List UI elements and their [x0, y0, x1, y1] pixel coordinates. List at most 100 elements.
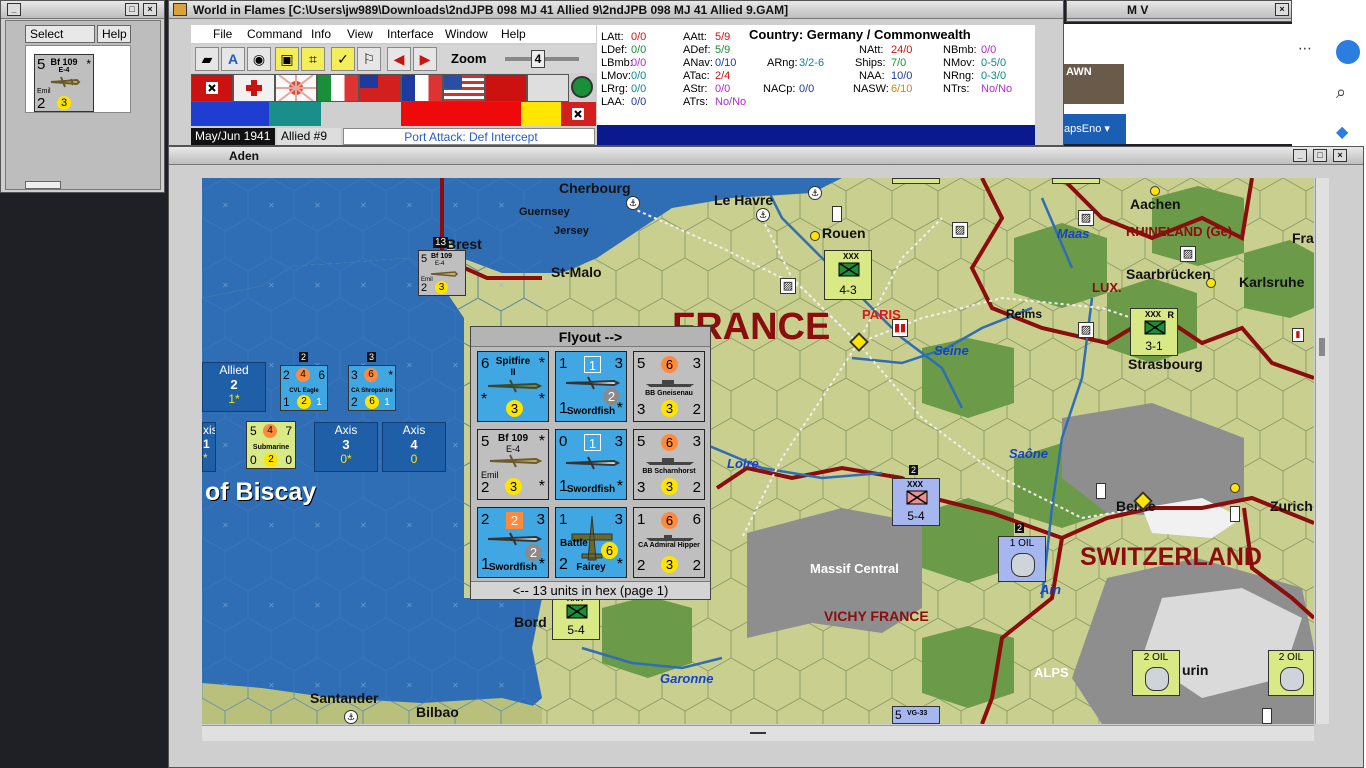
flyout-unit-spitfire[interactable]: 6 Spitfire II * * 3 * [477, 351, 549, 422]
menu-window[interactable]: Window [445, 27, 488, 41]
menu-file[interactable]: File [213, 27, 232, 41]
flag-roundel[interactable] [571, 76, 593, 98]
flag-switzerland-style[interactable] [233, 74, 275, 102]
flag-china[interactable] [359, 74, 401, 102]
unit-edge-partial[interactable] [1052, 178, 1100, 184]
minimize-button[interactable]: _ [7, 3, 21, 16]
sea-box-axis-3[interactable]: Axis 3 0* [314, 422, 378, 472]
close-button[interactable]: × [143, 3, 157, 16]
unit-stack-brest[interactable]: 13 5 Bf 109 E-4 Emil 2 3 [418, 237, 466, 296]
maximize-button[interactable]: □ [125, 3, 139, 16]
counter-value: * [388, 368, 393, 382]
scroll-thumb[interactable] [750, 732, 766, 734]
unit-oil-resource[interactable]: 2 OIL [1268, 650, 1314, 696]
mv-close-button[interactable]: × [1275, 3, 1289, 16]
counter-value: 2 [692, 479, 701, 496]
flag-japan[interactable] [275, 74, 317, 102]
select-window-titlebar[interactable]: _ □ × [1, 1, 164, 19]
country-switzerland: SWITZERLAND [1080, 543, 1262, 571]
browser-tab-button[interactable]: apsEno ▾ [1064, 114, 1126, 144]
shopping-icon[interactable]: ◆ [1336, 122, 1348, 142]
flag-italy[interactable] [317, 74, 359, 102]
flyout-unit-swordfish-1[interactable]: 1 1 3 2 Swordfish 1 * [555, 351, 627, 422]
unit-inf-vichy[interactable]: 2 XXX 5-4 [892, 465, 940, 526]
map-horizontal-scrollbar[interactable] [202, 725, 1314, 741]
map-close-button[interactable]: × [1333, 149, 1347, 162]
zoom-slider-thumb[interactable]: 4 [531, 50, 545, 68]
sea-box-axis-1[interactable]: xis 1 * [202, 422, 216, 472]
city-marker-rouen[interactable] [810, 231, 820, 241]
text-tool-icon[interactable]: A [221, 47, 245, 71]
unit-vg-33[interactable]: 5 VG-33 [892, 706, 940, 724]
bing-icon[interactable] [1336, 40, 1360, 64]
menu-interface[interactable]: Interface [387, 27, 434, 41]
city-marker-zurich[interactable] [1230, 483, 1240, 493]
menu-command[interactable]: Command [247, 27, 302, 41]
unit-inf-rouen[interactable]: XXX 4-3 [824, 250, 872, 300]
flyout-unit-fairey-battle[interactable]: 1 3 Battle 6 Fairey 2 * [555, 507, 627, 578]
main-window-titlebar[interactable]: World in Flames [C:\Users\jw989\Download… [169, 1, 1063, 19]
unit-edge-partial[interactable] [892, 178, 940, 184]
counter-value: 4 [296, 368, 310, 382]
stats-footer-bar [597, 125, 1035, 145]
map-window-titlebar[interactable]: Aden _ □ × [169, 147, 1363, 165]
port-icon-le-havre[interactable]: ⚓ [756, 208, 770, 222]
unit-oil-resource[interactable]: 2 1 OIL [998, 523, 1046, 582]
flyout-title[interactable]: Flyout --> [471, 327, 710, 347]
unit-oil-resource[interactable]: 2 OIL [1132, 650, 1180, 696]
flag-icon[interactable]: ⚐ [357, 47, 381, 71]
map-vertical-scrollbar[interactable] [1315, 178, 1329, 724]
flyout-unit-ca-admiral-hipper[interactable]: 1 6 6 CA Admiral Hipper 2 3 2 [633, 507, 705, 578]
panel-resize-handle[interactable] [25, 181, 61, 189]
flag-germany[interactable] [191, 74, 233, 102]
arrow-left-icon[interactable]: ◀ [387, 47, 411, 71]
unit-submarine[interactable]: 5 4 7 Submarine 0 2 0 [246, 421, 296, 469]
sea-box-side: Axis [334, 423, 358, 437]
flag-germany-small[interactable] [561, 102, 596, 126]
search-icon[interactable]: ⌕ [1336, 82, 1346, 103]
counter-value: 6 [661, 512, 678, 529]
city-marker-aachen[interactable] [1150, 186, 1160, 196]
unit-ca-shropshire[interactable]: 3 3 6 * CA Shropshire 2 6 1 [348, 352, 396, 411]
select-button[interactable]: Select [25, 25, 95, 43]
arrow-right-icon[interactable]: ▶ [413, 47, 437, 71]
flyout-footer[interactable]: <-- 13 units in hex (page 1) [471, 581, 710, 599]
flag-usa[interactable] [443, 74, 485, 102]
sea-box-allied-2[interactable]: Allied 2 1* [202, 362, 266, 412]
map-maximize-button[interactable]: □ [1313, 149, 1327, 162]
unit-cvl-eagle[interactable]: 2 2 4 6 CVL Eagle 1 2 1 [280, 352, 328, 411]
stack-icon[interactable]: ⌗ [301, 47, 325, 71]
flyout-unit-swordfish-2[interactable]: 0 1 3 Swordfish 1 * [555, 429, 627, 500]
selected-unit-area: 5 Bf 109 E-4 Emil 2 3 * [25, 45, 131, 113]
flag-ussr[interactable] [485, 74, 527, 102]
mv-window-titlebar[interactable]: M V × [1067, 1, 1291, 19]
scroll-thumb[interactable] [1319, 338, 1325, 356]
target-icon[interactable]: ◉ [247, 47, 271, 71]
flyout-unit-swordfish-3[interactable]: 2 2 3 2 Swordfish 1 * [477, 507, 549, 578]
unit-inf-strasbourg[interactable]: XXX R 3-1 [1130, 308, 1178, 356]
checkmark-icon[interactable]: ✓ [331, 47, 355, 71]
menu-info[interactable]: Info [311, 27, 331, 41]
infantry-symbol-icon [906, 490, 928, 505]
selected-unit-counter[interactable]: 5 Bf 109 E-4 Emil 2 3 * [34, 54, 94, 112]
country-label: Country: Germany / Commonwealth [749, 27, 971, 42]
help-button[interactable]: Help [97, 25, 131, 43]
sea-box-axis-4[interactable]: Axis 4 0 [382, 422, 446, 472]
port-icon-santander[interactable]: ⚓ [344, 710, 358, 724]
move-unit-icon[interactable]: ▰ [195, 47, 219, 71]
map-minimize-button[interactable]: _ [1293, 149, 1307, 162]
flyout-unit-bb-scharnhorst[interactable]: 5 6 3 BB Scharnhorst 3 3 2 [633, 429, 705, 500]
flag-uk[interactable] [527, 74, 569, 102]
select-area-icon[interactable]: ▣ [275, 47, 299, 71]
port-icon-cherbourg[interactable]: ⚓ [626, 196, 640, 210]
menu-view[interactable]: View [347, 27, 373, 41]
sea-bay-of-biscay: of Biscay [205, 478, 317, 506]
flyout-unit-bf109[interactable]: 5 Bf 109 E-4 * Emil 2 3 * [477, 429, 549, 500]
flag-free-france[interactable] [401, 74, 443, 102]
more-icon[interactable]: ⋯ [1298, 40, 1312, 57]
map-view[interactable]: ✕ [202, 178, 1314, 724]
flyout-unit-bb-gneisenau[interactable]: 5 6 3 BB Gneisenau 3 3 2 [633, 351, 705, 422]
city-marker-karlsruhe[interactable] [1206, 278, 1216, 288]
port-icon-seine[interactable]: ⚓ [808, 186, 822, 200]
menu-help[interactable]: Help [501, 27, 526, 41]
